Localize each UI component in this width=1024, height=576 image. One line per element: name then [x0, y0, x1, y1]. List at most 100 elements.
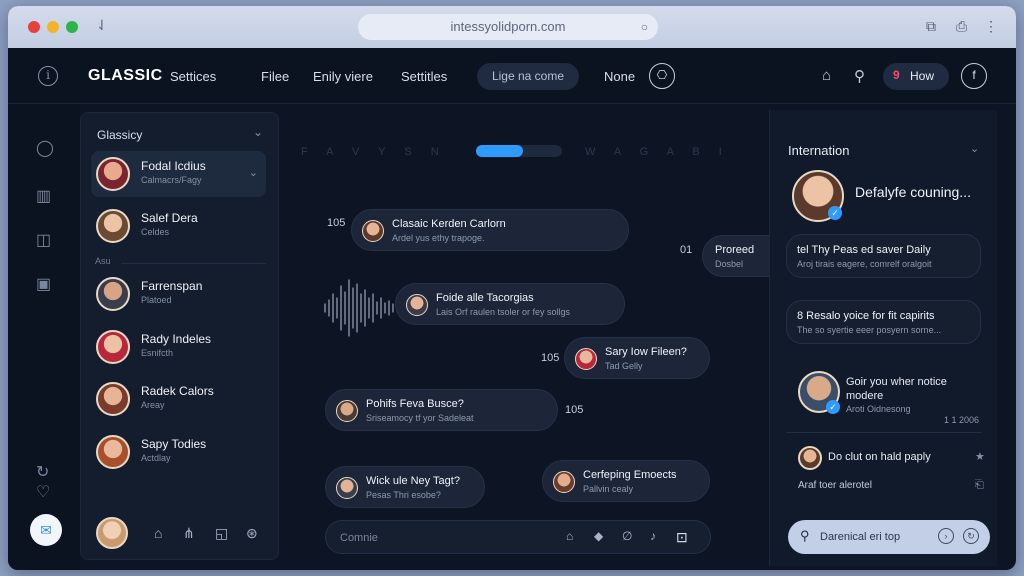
- events-text[interactable]: Araf toer alerotel: [798, 480, 872, 491]
- chevron-down-icon[interactable]: ⌄: [253, 125, 263, 139]
- extensions-icon[interactable]: ⧉: [926, 18, 936, 35]
- map-icon[interactable]: ▥: [36, 186, 51, 206]
- close-window-button[interactable]: [28, 21, 40, 33]
- message-input[interactable]: [340, 527, 540, 549]
- chat-icon[interactable]: ◫: [36, 230, 51, 250]
- nav-pill-button[interactable]: Lige na come: [477, 63, 579, 90]
- faded-tab-letters: F A V Y S N: [301, 146, 447, 158]
- contact-status: Esnifcth: [141, 348, 174, 358]
- profile-name: Defalyfe couning...: [855, 184, 971, 200]
- message-bubble[interactable]: Cerfeping Emoects Pallvin cealy: [542, 460, 710, 502]
- faded-tab-letters-right: W A G A B I: [585, 146, 730, 158]
- search-icon: ⚲: [800, 528, 810, 543]
- my-avatar[interactable]: [96, 517, 128, 549]
- facebook-icon[interactable]: f: [961, 63, 987, 89]
- maximize-window-button[interactable]: [66, 21, 78, 33]
- contact-item[interactable]: Fodal Icdius Calmacrs/Fagy ⌄: [91, 151, 266, 197]
- refresh-icon[interactable]: ↻: [963, 528, 979, 544]
- avatar: [96, 382, 130, 416]
- message-time: 105: [565, 404, 584, 416]
- contact-item[interactable]: Salef Dera Celdes: [91, 203, 266, 249]
- back-icon[interactable]: ⇃: [96, 17, 108, 34]
- nav-link-settitles[interactable]: Settitles: [401, 69, 447, 84]
- nav-link-settices[interactable]: Settices: [170, 69, 216, 84]
- contact-item[interactable]: Sapy Todies Actdlay: [91, 429, 266, 475]
- contact-item[interactable]: Radek Calors Areay: [91, 376, 266, 422]
- browser-chrome: ⇃ intessyolidporn.com ○ ⧉ ⎙ ⋮: [8, 6, 1016, 48]
- top-navigation: i GLASSIC Settices Filee Enily viere Set…: [8, 48, 1016, 104]
- reply-text[interactable]: Do clut on hald paply: [828, 451, 931, 463]
- mic-icon[interactable]: ♪: [650, 529, 656, 543]
- search-icon[interactable]: ○: [641, 14, 648, 40]
- contact-name: Fodal Icdius: [141, 159, 206, 173]
- nav-link-enily[interactable]: Enily viere: [313, 69, 373, 84]
- verified-icon: ✓: [826, 400, 840, 414]
- chat-bubble-icon[interactable]: ◱: [215, 525, 228, 542]
- avatar: [96, 330, 130, 364]
- avatar: [96, 435, 130, 469]
- chevron-down-icon[interactable]: ⌄: [970, 142, 979, 155]
- chevron-down-icon[interactable]: ⌄: [249, 166, 258, 179]
- trash-icon[interactable]: ⎗: [975, 479, 984, 492]
- message-bubble[interactable]: Pohifs Feva Busce? Sriseamocy tf yor Sad…: [325, 389, 558, 431]
- messenger-app-icon[interactable]: ✉: [30, 514, 62, 546]
- avatar[interactable]: [798, 446, 822, 470]
- avatar: [96, 209, 130, 243]
- settings-icon[interactable]: ⊛: [246, 525, 258, 542]
- message-bubble[interactable]: Clasaic Kerden Carlorn Ardel yus ethy tr…: [351, 209, 629, 251]
- contact-status: Platoed: [141, 295, 172, 305]
- play-icon[interactable]: ›: [938, 528, 954, 544]
- user-icon[interactable]: ⚲: [854, 67, 865, 85]
- avatar: [575, 348, 597, 370]
- sticker-icon[interactable]: ◆: [594, 529, 603, 543]
- message-bubble[interactable]: Foide alle Tacorgias Lais Orf raulen tso…: [395, 283, 625, 325]
- how-button[interactable]: 9 How: [883, 63, 949, 90]
- camera-icon[interactable]: ⌂: [566, 529, 573, 543]
- info-icon[interactable]: i: [38, 66, 58, 86]
- message-title: Wick ule Ney Tagt?: [366, 475, 460, 487]
- home-icon[interactable]: ⌂: [154, 525, 162, 541]
- image-icon[interactable]: ▣: [36, 274, 51, 294]
- contact-item[interactable]: Farrenspan Platoed: [91, 271, 266, 317]
- contact-item[interactable]: Rady Indeles Esnifcth: [91, 324, 266, 370]
- message-title: Clasaic Kerden Carlorn: [392, 218, 506, 230]
- attachment-icon[interactable]: ∅: [622, 529, 632, 543]
- brand-logo[interactable]: GLASSIC: [88, 67, 163, 85]
- message-bubble[interactable]: Sary Iow Fileen? Tad Gelly: [564, 337, 710, 379]
- chat-area: F A V Y S N W A G A B I 105 Clasaic Kerd…: [279, 104, 782, 570]
- home-icon[interactable]: ◯: [36, 138, 54, 158]
- message-text: Pesas Thri esobe?: [366, 490, 441, 500]
- info-card[interactable]: tel Thy Peas ed saver Daily Aroj tirais …: [786, 234, 981, 278]
- avatar: [96, 277, 130, 311]
- minimize-window-button[interactable]: [47, 21, 59, 33]
- contact-name: Sapy Todies: [141, 437, 207, 451]
- message-title: Foide alle Tacorgias: [436, 292, 534, 304]
- message-time: 105: [327, 217, 346, 229]
- notification-badge-icon: 9: [893, 68, 900, 82]
- verified-icon: ✓: [828, 206, 842, 220]
- avatar: [96, 157, 130, 191]
- contact-name: Rady Indeles: [141, 332, 212, 346]
- gift-icon[interactable]: ⌂: [822, 67, 831, 84]
- info-card[interactable]: 8 Resalo yoice for fit capirits The so s…: [786, 300, 981, 344]
- star-icon[interactable]: ★: [975, 450, 985, 463]
- send-icon[interactable]: ⊡: [676, 529, 688, 546]
- menu-icon[interactable]: ⋮: [984, 18, 998, 35]
- lock-icon[interactable]: ⎔: [649, 63, 675, 89]
- network-icon[interactable]: ⋔: [183, 525, 195, 542]
- message-title: Sary Iow Fileen?: [605, 346, 687, 358]
- info-panel-title: Internation: [788, 143, 850, 158]
- nav-link-none[interactable]: None: [604, 69, 635, 84]
- nav-link-filee[interactable]: Filee: [261, 69, 289, 84]
- message-bubble[interactable]: Wick ule Ney Tagt? Pesas Thri esobe?: [325, 466, 485, 508]
- message-composer: ⌂ ◆ ∅ ♪ ⊡: [325, 520, 711, 554]
- heart-icon[interactable]: ♡: [36, 482, 50, 502]
- panel-search-input[interactable]: [820, 526, 936, 548]
- divider: [121, 263, 266, 264]
- message-title: Cerfeping Emoects: [583, 469, 677, 481]
- message-time: 01: [680, 244, 693, 256]
- share-icon[interactable]: ⎙: [956, 18, 967, 35]
- feed-title-line2: modere: [846, 390, 884, 402]
- address-bar[interactable]: intessyolidporn.com ○: [358, 14, 658, 40]
- sync-icon[interactable]: ↻: [36, 462, 49, 482]
